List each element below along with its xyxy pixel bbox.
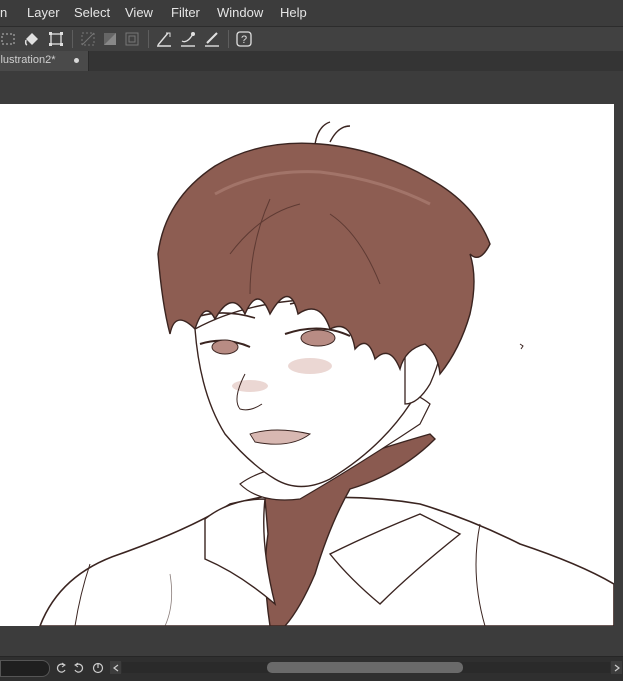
scrollbar-thumb[interactable] bbox=[267, 662, 463, 673]
modified-indicator bbox=[74, 58, 79, 63]
document-tab-bar: llustration2* bbox=[0, 51, 623, 71]
pen-ruler-icon[interactable] bbox=[202, 29, 222, 49]
zoom-field[interactable] bbox=[0, 660, 50, 677]
rotate-left-icon[interactable] bbox=[54, 661, 67, 674]
fill-icon[interactable] bbox=[22, 29, 42, 49]
toolbar-divider bbox=[72, 30, 73, 48]
selection-border-icon[interactable] bbox=[122, 29, 142, 49]
toolbar-divider bbox=[228, 30, 229, 48]
menu-animation[interactable]: n bbox=[0, 5, 7, 20]
svg-text:?: ? bbox=[241, 34, 247, 46]
left-blush bbox=[232, 380, 268, 392]
status-bar bbox=[0, 656, 623, 681]
document-tab-title: llustration2* bbox=[0, 54, 56, 66]
menu-filter[interactable]: Filter bbox=[171, 5, 200, 20]
menu-bar: n Layer Select View Filter Window Help bbox=[0, 0, 623, 27]
menu-window[interactable]: Window bbox=[217, 5, 263, 20]
left-eye bbox=[211, 339, 239, 355]
ruler-icon[interactable] bbox=[154, 29, 174, 49]
right-eye bbox=[300, 329, 336, 347]
scroll-left-icon[interactable] bbox=[110, 661, 121, 674]
menu-layer[interactable]: Layer bbox=[27, 5, 60, 20]
hair-tuft bbox=[314, 121, 351, 145]
right-blush bbox=[288, 358, 332, 374]
menu-help[interactable]: Help bbox=[280, 5, 307, 20]
command-bar: ? bbox=[0, 27, 623, 52]
toolbar-divider bbox=[148, 30, 149, 48]
reset-rotation-icon[interactable] bbox=[91, 661, 104, 674]
transform-icon[interactable] bbox=[46, 29, 66, 49]
rotate-right-icon[interactable] bbox=[72, 661, 85, 674]
drawing-canvas[interactable] bbox=[0, 104, 614, 626]
bucket-ruler-icon[interactable] bbox=[178, 29, 198, 49]
canvas-workspace[interactable] bbox=[0, 71, 623, 656]
clear-selection-icon[interactable] bbox=[78, 29, 98, 49]
stray-mark bbox=[519, 343, 524, 350]
invert-selection-icon[interactable] bbox=[100, 29, 120, 49]
help-icon[interactable]: ? bbox=[234, 29, 254, 49]
menu-view[interactable]: View bbox=[125, 5, 153, 20]
horizontal-scrollbar[interactable] bbox=[122, 662, 610, 673]
scroll-right-icon[interactable] bbox=[611, 661, 622, 674]
document-tab[interactable]: llustration2* bbox=[0, 51, 89, 71]
select-all-icon[interactable] bbox=[0, 29, 18, 49]
menu-select[interactable]: Select bbox=[74, 5, 110, 20]
illustration-artwork bbox=[39, 121, 614, 626]
